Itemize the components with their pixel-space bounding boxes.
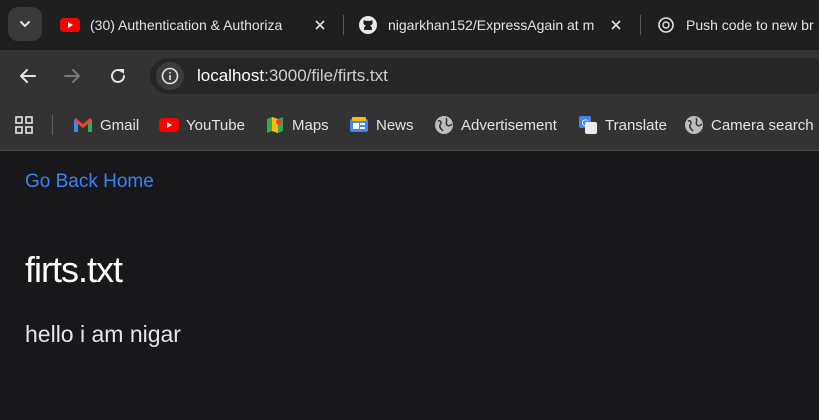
tab-divider bbox=[640, 15, 641, 35]
back-button[interactable] bbox=[13, 61, 43, 91]
bookmark-youtube[interactable]: YouTube bbox=[159, 113, 245, 137]
tab-github[interactable]: nigarkhan152/ExpressAgain at m bbox=[358, 8, 626, 42]
arrow-right-icon bbox=[64, 69, 80, 83]
tab-title: Push code to new br bbox=[686, 17, 814, 33]
tab-chatgpt[interactable]: Push code to new br bbox=[656, 8, 819, 42]
github-icon bbox=[358, 15, 378, 35]
bookmark-advertisement[interactable]: Advertisement bbox=[434, 113, 557, 137]
forward-button[interactable] bbox=[57, 61, 87, 91]
apps-grid-icon[interactable] bbox=[14, 115, 34, 140]
address-bar[interactable]: localhost:3000/file/firts.txt bbox=[150, 58, 819, 94]
maps-icon bbox=[265, 115, 285, 135]
globe-icon bbox=[684, 115, 704, 135]
page-content: Go Back Home firts.txt hello i am nigar bbox=[0, 151, 819, 420]
bookmark-label: Translate bbox=[605, 116, 667, 134]
bookmarks-divider bbox=[52, 115, 53, 135]
info-icon bbox=[161, 67, 179, 85]
bookmarks-bar: Gmail YouTube Maps News Advertisement G … bbox=[0, 101, 819, 151]
arrow-left-icon bbox=[20, 69, 36, 83]
youtube-icon bbox=[159, 115, 179, 135]
file-content-text: hello i am nigar bbox=[25, 321, 181, 347]
tab-divider bbox=[343, 15, 344, 35]
url-path: :3000/file/firts.txt bbox=[264, 66, 388, 85]
bookmark-news[interactable]: News bbox=[349, 113, 414, 137]
tab-title: nigarkhan152/ExpressAgain at m bbox=[388, 17, 595, 33]
globe-icon bbox=[434, 115, 454, 135]
bookmark-label: Advertisement bbox=[461, 116, 557, 134]
url-text: localhost:3000/file/firts.txt bbox=[197, 58, 388, 94]
page-title: firts.txt bbox=[25, 249, 123, 290]
tab-strip: (30) Authentication & Authoriza nigarkha… bbox=[0, 0, 819, 50]
go-back-home-link[interactable]: Go Back Home bbox=[25, 171, 154, 193]
bookmark-gmail[interactable]: Gmail bbox=[73, 113, 139, 137]
translate-icon: G bbox=[578, 115, 598, 135]
gmail-icon bbox=[73, 115, 93, 135]
bookmark-maps[interactable]: Maps bbox=[265, 113, 329, 137]
tab-search-button[interactable] bbox=[8, 7, 42, 41]
close-icon[interactable] bbox=[310, 15, 330, 35]
chatgpt-icon bbox=[656, 15, 676, 35]
tab-youtube[interactable]: (30) Authentication & Authoriza bbox=[60, 8, 330, 42]
bookmark-label: YouTube bbox=[186, 116, 245, 134]
reload-button[interactable] bbox=[103, 61, 133, 91]
bookmark-label: News bbox=[376, 116, 414, 134]
url-host: localhost bbox=[197, 66, 265, 85]
bookmark-label: Maps bbox=[292, 116, 329, 134]
browser-toolbar: localhost:3000/file/firts.txt bbox=[0, 50, 819, 101]
youtube-icon bbox=[60, 15, 80, 35]
bookmark-label: Gmail bbox=[100, 116, 140, 134]
site-info-button[interactable] bbox=[156, 62, 184, 90]
news-icon bbox=[349, 115, 369, 135]
chevron-down-icon bbox=[20, 21, 30, 27]
reload-icon bbox=[111, 68, 125, 83]
close-icon[interactable] bbox=[606, 15, 626, 35]
bookmark-label: Camera search bbox=[711, 116, 814, 134]
bookmark-camera-search[interactable]: Camera search bbox=[684, 113, 814, 137]
tab-title: (30) Authentication & Authoriza bbox=[90, 17, 283, 33]
svg-text:G: G bbox=[582, 119, 589, 129]
bookmark-translate[interactable]: G Translate bbox=[578, 113, 667, 137]
